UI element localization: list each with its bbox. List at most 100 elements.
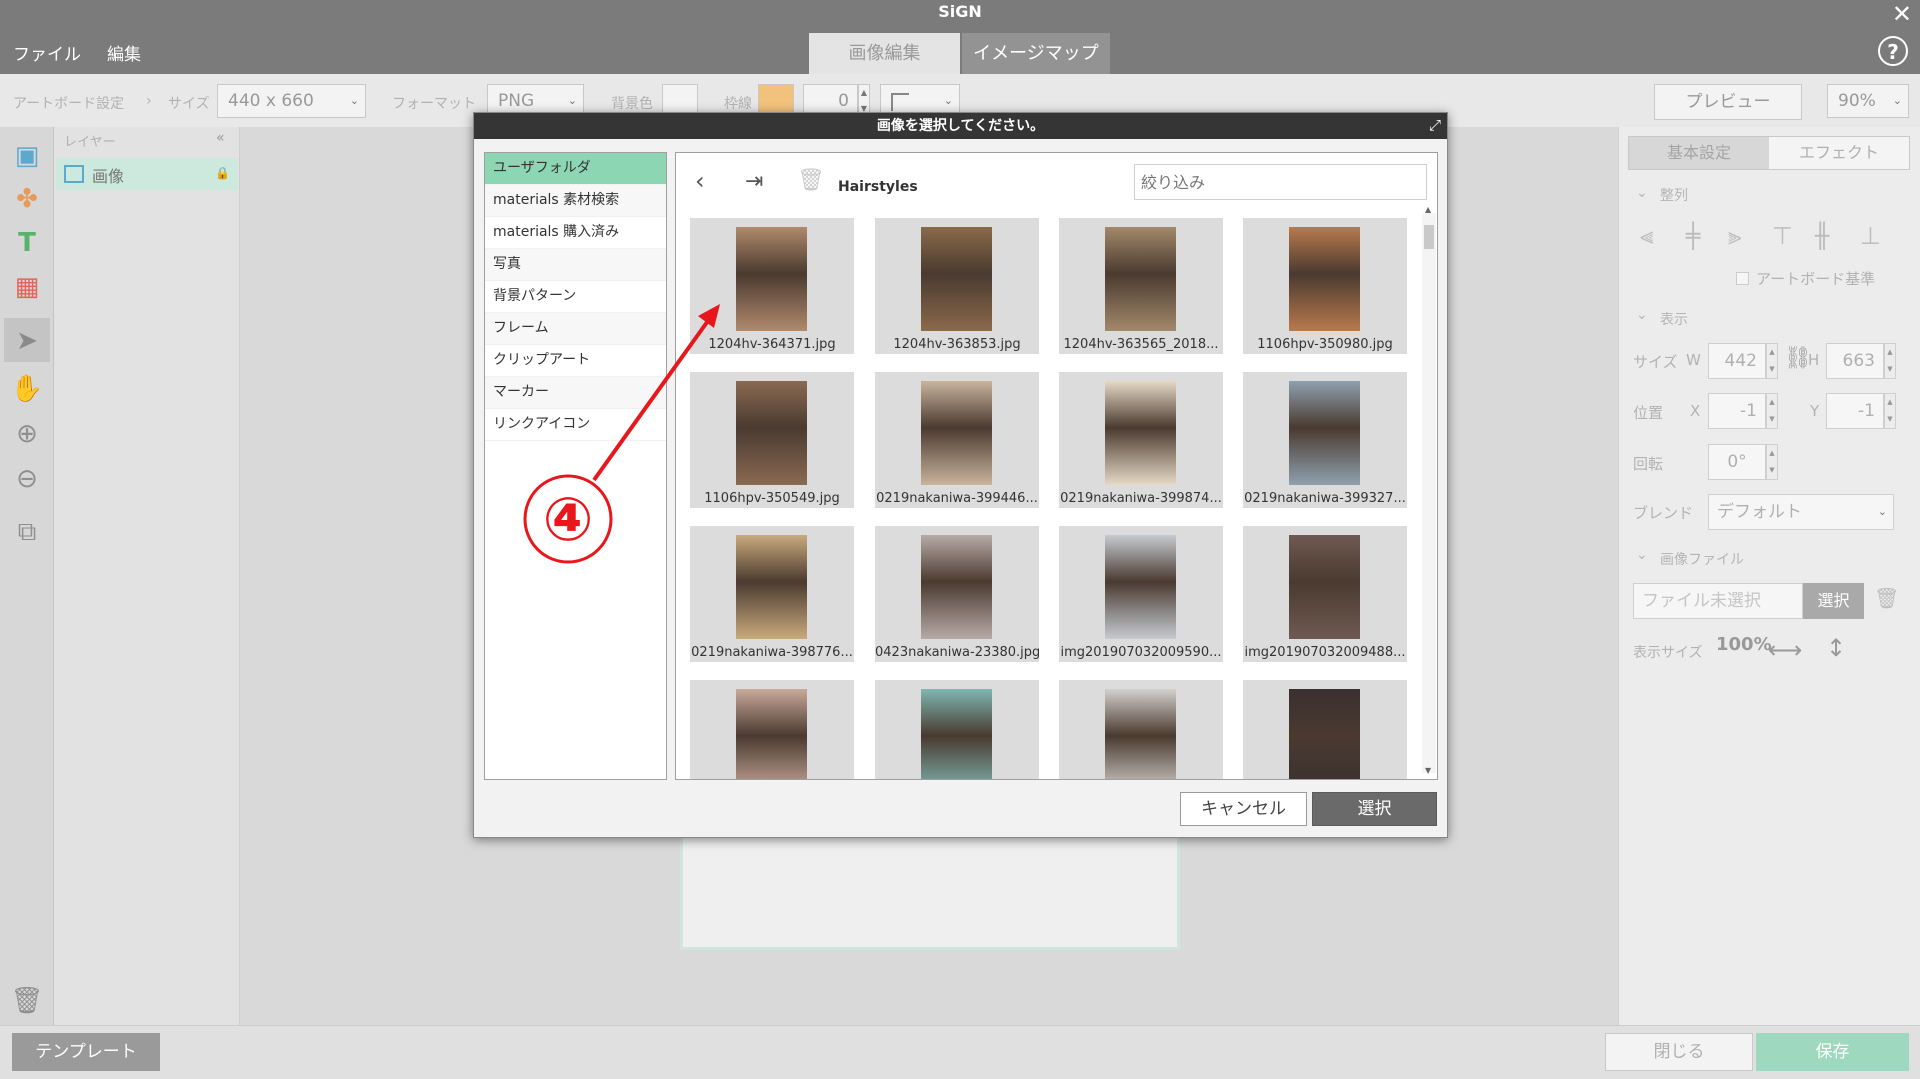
zoom-in-icon[interactable]: ⊕ <box>4 413 50 455</box>
image-thumbnail[interactable]: img201907032009590... <box>1059 526 1223 662</box>
image-thumbnail[interactable]: 1204hv-363853.jpg <box>875 218 1039 354</box>
thumbnail-photo <box>1105 535 1176 639</box>
format-label: フォーマット <box>392 96 476 112</box>
save-button[interactable]: 保存 <box>1756 1033 1909 1071</box>
scroll-down-icon[interactable]: ▼ <box>1425 766 1431 775</box>
image-thumbnail[interactable]: 0219nakaniwa-398776... <box>690 526 854 662</box>
blend-value: デフォルト <box>1717 502 1802 522</box>
close-window-icon[interactable]: ✕ <box>1892 0 1912 28</box>
folder-item-photos[interactable]: 写真 <box>485 249 666 281</box>
image-thumbnail[interactable]: 1204hv-364371.jpg <box>690 218 854 354</box>
thumbnail-photo <box>736 689 807 779</box>
height-input[interactable]: 663 <box>1826 343 1884 379</box>
layer-item[interactable]: 画像 🔒 <box>56 158 238 190</box>
arrange-tool-icon[interactable]: ⧉ <box>4 511 50 553</box>
close-button[interactable]: 閉じる <box>1605 1033 1753 1071</box>
tab-image-map[interactable]: イメージマップ <box>962 33 1110 74</box>
folder-item-user[interactable]: ユーザフォルダ <box>485 153 666 185</box>
scroll-up-icon[interactable]: ▲ <box>1425 205 1431 214</box>
align-bottom-icon[interactable]: ⊥ <box>1860 222 1881 250</box>
zoom-select[interactable]: 90% ⌄ <box>1827 84 1909 118</box>
x-input[interactable]: -1 <box>1708 393 1766 429</box>
cancel-button[interactable]: キャンセル <box>1180 792 1307 826</box>
folder-list: ユーザフォルダ materials 素材検索 materials 購入済み 写真… <box>484 152 667 780</box>
file-name-field[interactable]: ファイル未選択 <box>1633 583 1803 619</box>
file-select-button[interactable]: 選択 <box>1803 583 1864 619</box>
y-stepper[interactable]: ▲ ▼ <box>1884 393 1896 429</box>
height-label: H <box>1808 351 1820 369</box>
image-thumbnail[interactable]: 0423nakaniwa-23380.jpg <box>875 526 1039 662</box>
image-thumbnail[interactable]: 1106hpv-350980.jpg <box>1243 218 1407 354</box>
rotation-stepper[interactable]: ▲ ▼ <box>1766 444 1778 480</box>
width-stepper[interactable]: ▲ ▼ <box>1766 343 1778 379</box>
thumbnail-photo <box>921 227 992 331</box>
folder-item-materials-search[interactable]: materials 素材検索 <box>485 185 666 217</box>
layer-label: 画像 <box>92 167 125 186</box>
tab-image-edit[interactable]: 画像編集 <box>809 33 960 74</box>
zoom-out-icon[interactable]: ⊖ <box>4 458 50 500</box>
scrollbar-thumb[interactable] <box>1424 225 1434 249</box>
menu-file[interactable]: ファイル <box>13 40 81 65</box>
image-thumbnail[interactable] <box>690 680 854 779</box>
image-thumbnail[interactable]: 0219nakaniwa-399327... <box>1243 372 1407 508</box>
x-stepper[interactable]: ▲ ▼ <box>1766 393 1778 429</box>
blend-select[interactable]: デフォルト ⌄ <box>1708 494 1894 530</box>
hand-tool-icon[interactable]: ✋ <box>4 368 50 410</box>
image-thumbnail[interactable]: 0219nakaniwa-399874... <box>1059 372 1223 508</box>
chevron-down-icon[interactable]: ⌄ <box>1636 307 1648 323</box>
image-thumbnail[interactable] <box>875 680 1039 779</box>
image-thumbnail[interactable]: 0219nakaniwa-399446... <box>875 372 1039 508</box>
fit-width-icon[interactable]: ⟷ <box>1768 636 1802 664</box>
rotation-input[interactable]: 0° <box>1708 444 1766 480</box>
folder-item-materials-purchased[interactable]: materials 購入済み <box>485 217 666 249</box>
preview-button[interactable]: プレビュー <box>1654 84 1802 120</box>
collapse-panel-icon[interactable]: « <box>216 130 225 146</box>
table-tool-icon[interactable]: ▦ <box>4 266 50 308</box>
thumbnail-filename: img201907032009488... <box>1244 645 1406 660</box>
text-tool-icon[interactable]: T <box>4 222 50 264</box>
align-center-icon[interactable]: ╪ <box>1686 222 1700 250</box>
thumbnail-filename: 1106hpv-350980.jpg <box>1257 337 1393 352</box>
height-stepper[interactable]: ▲ ▼ <box>1884 343 1896 379</box>
folder-item-frames[interactable]: フレーム <box>485 313 666 345</box>
image-thumbnail[interactable] <box>1059 680 1223 779</box>
align-middle-icon[interactable]: ╫ <box>1815 222 1829 250</box>
align-right-icon[interactable]: ⫸ <box>1728 222 1742 250</box>
width-input[interactable]: 442 <box>1708 343 1766 379</box>
tab-effects[interactable]: エフェクト <box>1769 137 1909 169</box>
template-button[interactable]: テンプレート <box>12 1033 160 1071</box>
chevron-down-icon[interactable]: ⌄ <box>1636 185 1648 201</box>
thumbnail-photo <box>1105 381 1176 485</box>
image-thumbnail[interactable]: 1204hv-363565_2018... <box>1059 218 1223 354</box>
expand-icon[interactable]: ⤢ <box>1429 116 1441 134</box>
lock-icon[interactable]: 🔒 <box>215 166 230 180</box>
image-tool-icon[interactable]: ▣ <box>4 135 50 177</box>
fit-height-icon[interactable]: ↕ <box>1826 634 1846 662</box>
artboard-canvas[interactable] <box>680 834 1180 950</box>
artboard-basis-checkbox[interactable] <box>1736 272 1749 285</box>
folder-item-clipart[interactable]: クリップアート <box>485 345 666 377</box>
trash-icon[interactable]: 🗑 <box>4 980 50 1022</box>
help-icon[interactable]: ? <box>1878 36 1908 66</box>
width-label: W <box>1686 351 1701 369</box>
image-thumbnail[interactable] <box>1243 680 1407 779</box>
menu-edit[interactable]: 編集 <box>107 40 141 65</box>
size-select[interactable]: 440 x 660 ⌄ <box>217 84 366 118</box>
display-100-button[interactable]: 100% <box>1716 634 1772 655</box>
image-thumbnail[interactable]: 1106hpv-350549.jpg <box>690 372 854 508</box>
trash-icon[interactable]: 🗑 <box>1874 586 1899 610</box>
thumbnail-filename: 0219nakaniwa-399874... <box>1060 491 1222 506</box>
folder-item-link-icons[interactable]: リンクアイコン <box>485 409 666 441</box>
tab-basic-settings[interactable]: 基本設定 <box>1629 137 1769 169</box>
folder-item-background-patterns[interactable]: 背景パターン <box>485 281 666 313</box>
pointer-tool-icon[interactable]: ➤ <box>4 320 50 362</box>
align-left-icon[interactable]: ⫷ <box>1640 222 1654 250</box>
image-thumbnail[interactable]: img201907032009488... <box>1243 526 1407 662</box>
scrollbar[interactable]: ▲ ▼ <box>1422 205 1436 775</box>
shapes-tool-icon[interactable]: ✤ <box>4 178 50 220</box>
folder-item-markers[interactable]: マーカー <box>485 377 666 409</box>
chevron-down-icon[interactable]: ⌄ <box>1636 547 1648 563</box>
y-input[interactable]: -1 <box>1826 393 1884 429</box>
select-button[interactable]: 選択 <box>1312 792 1437 826</box>
align-top-icon[interactable]: ⊤ <box>1772 222 1793 250</box>
